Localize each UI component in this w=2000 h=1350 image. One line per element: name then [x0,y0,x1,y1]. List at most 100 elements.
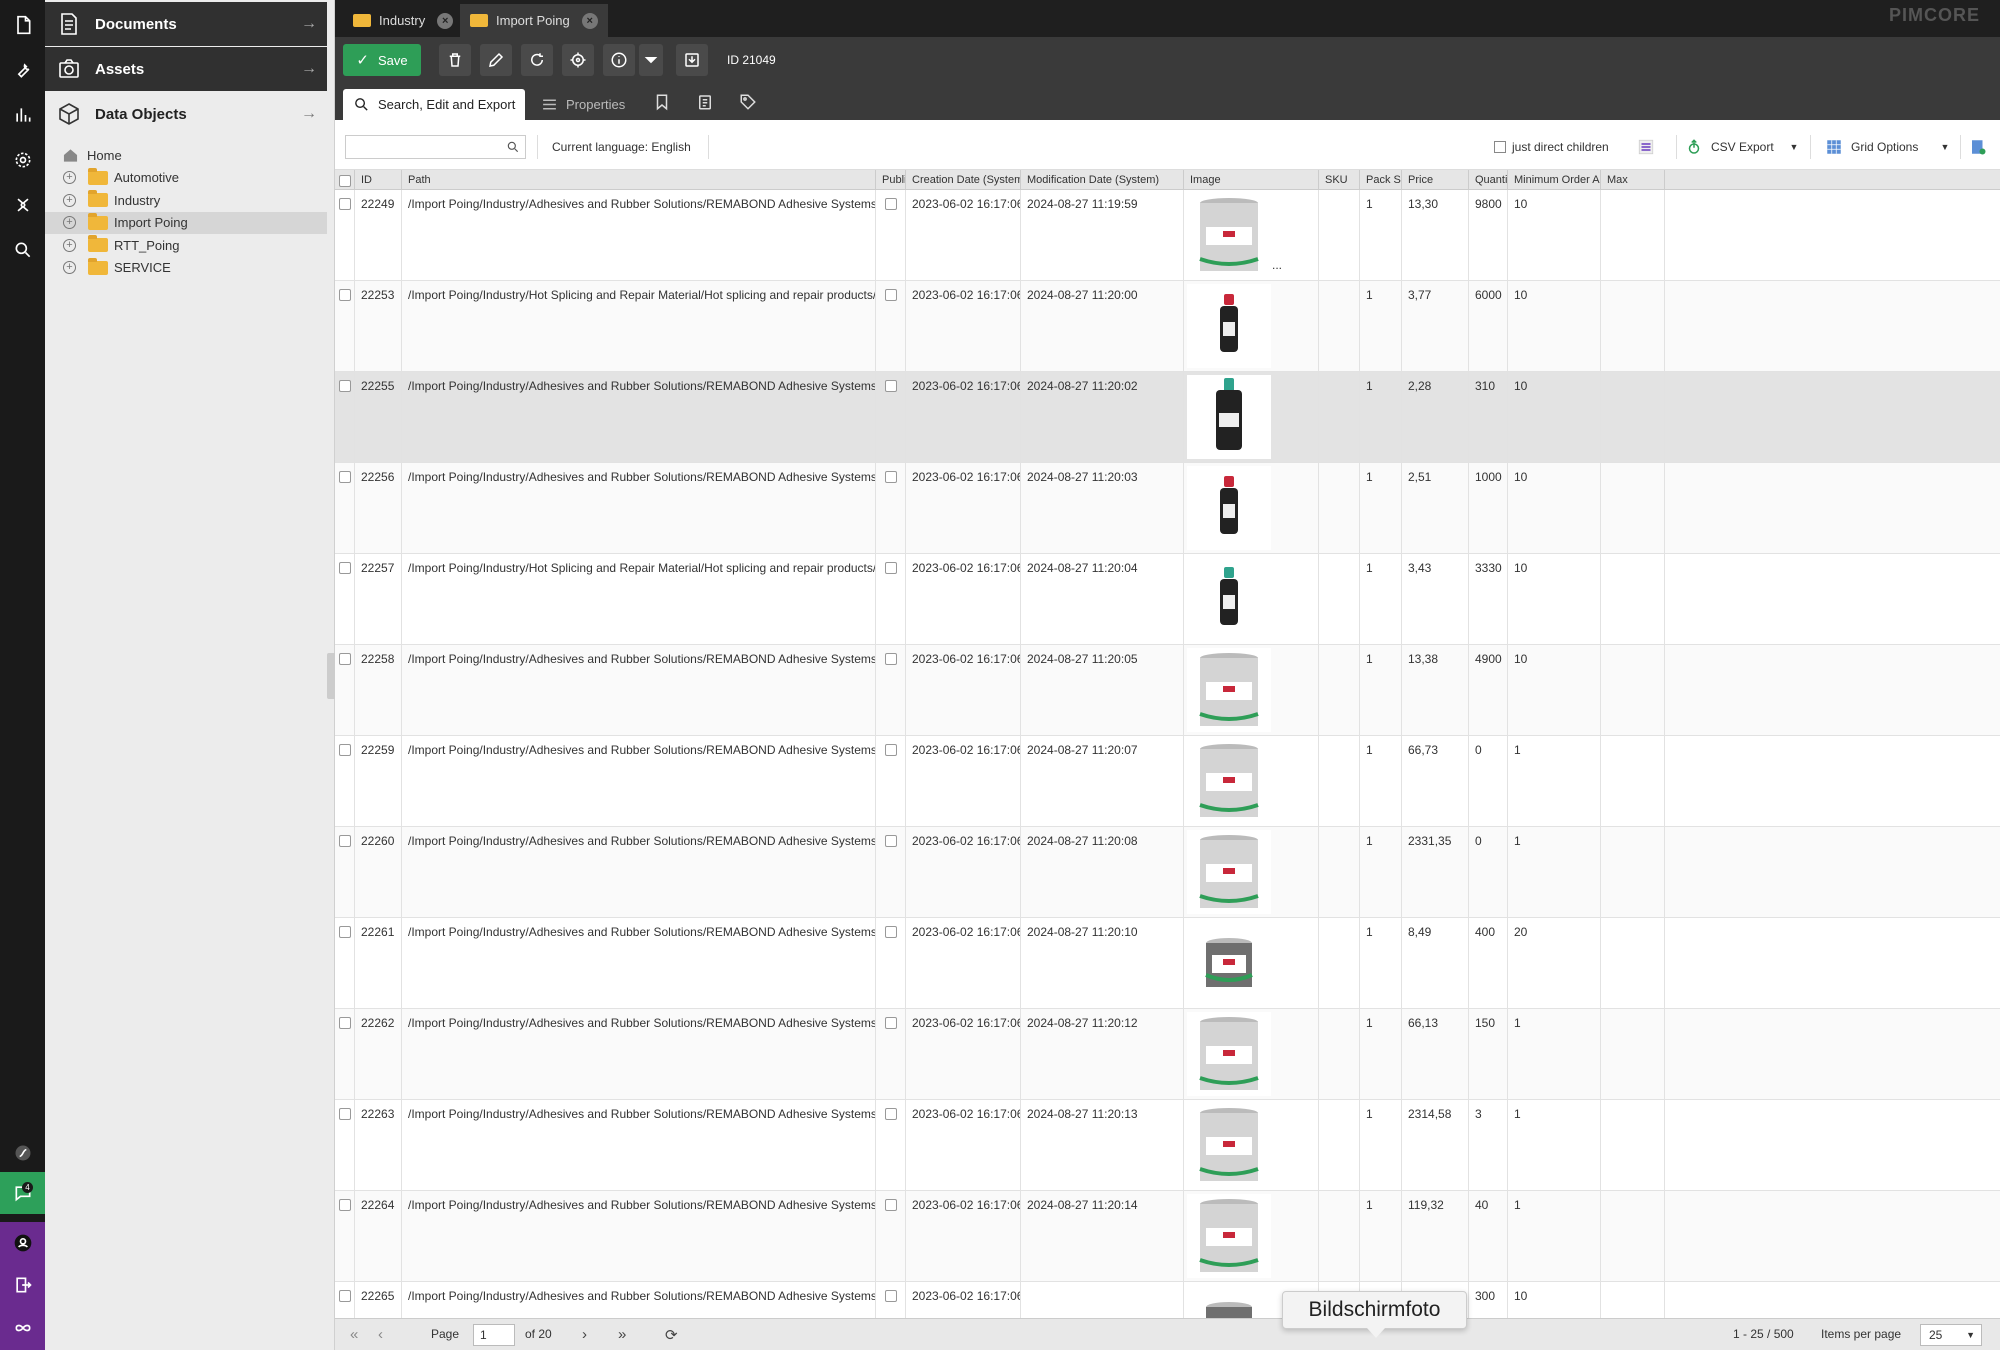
row-checkbox[interactable] [339,289,351,301]
row-checkbox[interactable] [339,653,351,665]
product-thumbnail[interactable] [1187,284,1271,368]
published-checkbox[interactable] [885,562,897,574]
grid-options-button[interactable]: Grid Options [1825,135,1918,159]
product-thumbnail[interactable] [1187,1103,1271,1187]
tree-item-import-poing[interactable]: + Import Poing [45,211,327,234]
table-row[interactable]: 22259/Import Poing/Industry/Adhesives an… [335,736,2000,827]
logout-icon[interactable] [0,1264,45,1306]
tab-notes[interactable] [696,93,716,113]
row-checkbox[interactable] [339,1290,351,1302]
table-row[interactable]: 22257/Import Poing/Industry/Hot Splicing… [335,554,2000,645]
direct-children-checkbox[interactable] [1494,141,1506,153]
tree-item-service[interactable]: + SERVICE [45,257,327,280]
network-icon[interactable] [0,185,45,225]
sidebar-section-data-objects[interactable]: Data Objects → [45,92,327,136]
table-row[interactable]: 22258/Import Poing/Industry/Adhesives an… [335,645,2000,736]
row-checkbox[interactable] [339,198,351,210]
column-header[interactable]: SKU [1319,170,1360,190]
product-thumbnail[interactable] [1187,1285,1271,1318]
column-header[interactable]: Max [1601,170,1665,190]
delete-button[interactable] [439,44,471,76]
expand-icon[interactable]: + [63,171,76,185]
more-dropdown-button[interactable] [639,44,663,76]
row-checkbox[interactable] [339,926,351,938]
tab-tags[interactable] [739,93,759,113]
expand-icon[interactable]: + [63,193,76,207]
chevron-down-icon[interactable]: ▼ [1784,135,1804,159]
row-checkbox[interactable] [339,835,351,847]
product-thumbnail[interactable] [1187,375,1271,459]
table-row[interactable]: 22265/Import Poing/Industry/Adhesives an… [335,1282,2000,1318]
product-thumbnail[interactable] [1187,1194,1271,1278]
notifications-icon[interactable]: 4 [0,1172,45,1214]
search-input[interactable] [346,136,496,158]
bar-chart-icon[interactable] [0,95,45,135]
arrow-right-icon[interactable]: → [301,105,317,123]
row-checkbox[interactable] [339,1108,351,1120]
published-checkbox[interactable] [885,1108,897,1120]
product-thumbnail[interactable] [1187,1012,1271,1096]
chevron-down-icon[interactable]: ▼ [1935,135,1955,159]
table-row[interactable]: 22249/Import Poing/Industry/Adhesives an… [335,190,2000,281]
info-button[interactable] [603,44,635,76]
column-header[interactable]: Modification Date (System) [1021,170,1184,190]
row-checkbox[interactable] [339,744,351,756]
sidebar-section-documents[interactable]: Documents → [45,2,327,46]
table-row[interactable]: 22253/Import Poing/Industry/Hot Splicing… [335,281,2000,372]
expand-icon[interactable]: + [63,261,76,275]
tree-item-rtt-poing[interactable]: + RTT_Poing [45,234,327,257]
close-icon[interactable]: × [581,12,598,29]
column-header[interactable]: ID [355,170,402,190]
table-row[interactable]: 22255/Import Poing/Industry/Adhesives an… [335,372,2000,463]
published-checkbox[interactable] [885,380,897,392]
product-thumbnail[interactable] [1187,466,1271,550]
table-row[interactable]: 22264/Import Poing/Industry/Adhesives an… [335,1191,2000,1282]
export-button[interactable] [676,44,708,76]
file-icon[interactable] [0,5,45,45]
row-checkbox[interactable] [339,562,351,574]
product-thumbnail[interactable] [1187,557,1271,641]
published-checkbox[interactable] [885,653,897,665]
column-header[interactable]: Creation Date (System) [906,170,1021,190]
last-page-icon[interactable]: » [618,1326,626,1343]
row-checkbox[interactable] [339,1017,351,1029]
table-row[interactable]: 22263/Import Poing/Industry/Adhesives an… [335,1100,2000,1191]
next-page-icon[interactable]: › [582,1326,587,1343]
locate-button[interactable] [562,44,594,76]
items-per-page-select[interactable]: 25 ▼ [1920,1324,1982,1346]
sidebar-section-assets[interactable]: Assets → [45,47,327,91]
tree-item-automotive[interactable]: + Automotive [45,167,327,190]
first-page-icon[interactable]: « [350,1326,358,1343]
table-row[interactable]: 22261/Import Poing/Industry/Adhesives an… [335,918,2000,1009]
published-checkbox[interactable] [885,289,897,301]
product-thumbnail[interactable] [1187,193,1271,277]
expand-icon[interactable]: + [63,238,76,252]
published-checkbox[interactable] [885,926,897,938]
product-thumbnail[interactable] [1187,830,1271,914]
select-all-checkbox[interactable] [339,175,351,187]
published-checkbox[interactable] [885,471,897,483]
column-header[interactable]: Pack Size [1360,170,1402,190]
batch-edit-button[interactable] [1637,135,1663,159]
product-thumbnail[interactable] [1187,648,1271,732]
config-button[interactable] [1969,135,1995,159]
tab-import-poing[interactable]: Import Poing × [460,4,608,37]
tab-industry[interactable]: Industry × [343,4,463,37]
product-thumbnail[interactable] [1187,921,1271,1005]
tree-item-industry[interactable]: + Industry [45,189,327,212]
close-icon[interactable]: × [437,12,454,29]
published-checkbox[interactable] [885,835,897,847]
row-checkbox[interactable] [339,380,351,392]
symfony-icon[interactable] [0,1133,45,1173]
tree-item-home[interactable]: Home [45,144,327,167]
column-header[interactable]: Minimum Order Amount [1508,170,1601,190]
arrow-right-icon[interactable]: → [301,60,317,78]
page-input[interactable]: 1 [473,1324,515,1346]
row-checkbox[interactable] [339,471,351,483]
tab-properties[interactable]: Properties [531,89,635,120]
column-header[interactable]: Quantity [1469,170,1508,190]
user-icon[interactable] [0,1222,45,1264]
column-header[interactable]: Image [1184,170,1319,190]
column-header[interactable]: Path [402,170,876,190]
published-checkbox[interactable] [885,1199,897,1211]
